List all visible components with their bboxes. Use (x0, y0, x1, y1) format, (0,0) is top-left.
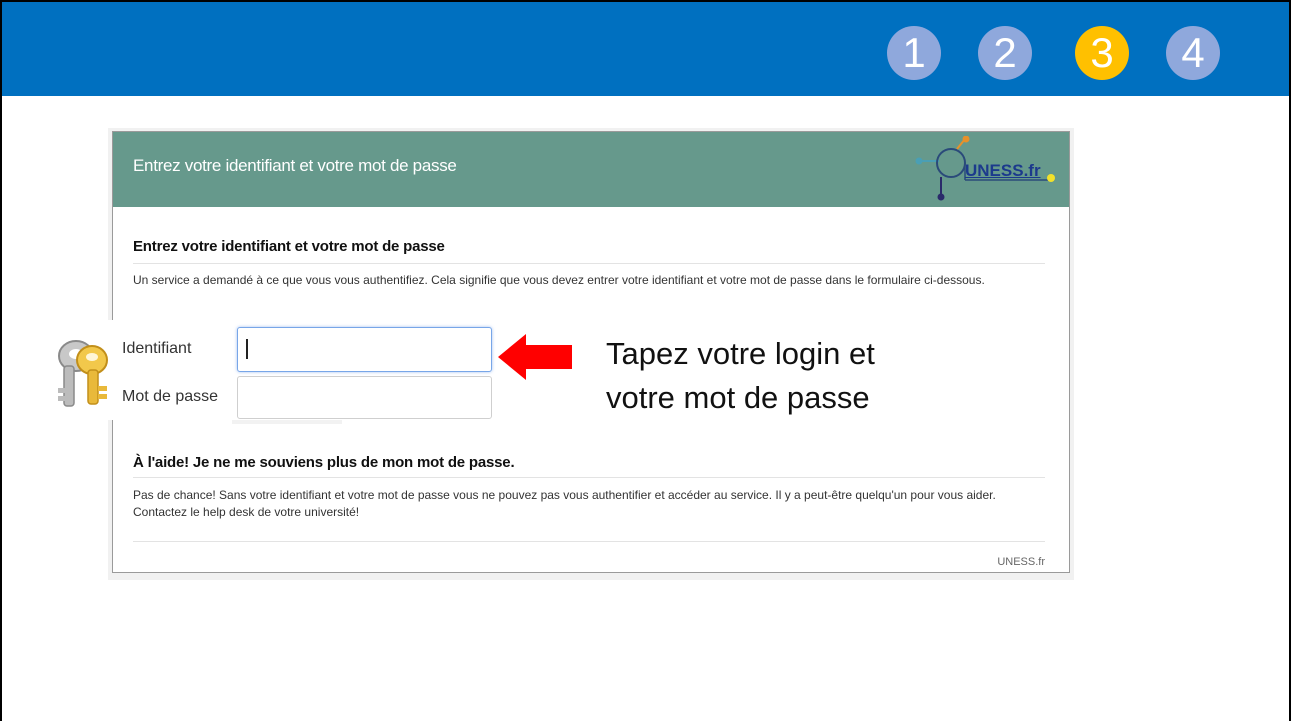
top-banner: 1 2 3 4 (2, 2, 1289, 96)
password-label: Mot de passe (122, 388, 219, 405)
form-overlay-edge (232, 420, 342, 424)
slide: 1 2 3 4 Entrez votre identifiant et votr… (0, 0, 1291, 721)
uness-logo-text: UNESS.fr (965, 161, 1041, 180)
left-arrow-icon (498, 334, 574, 380)
help-text: Pas de chance! Sans votre identifiant et… (133, 488, 996, 519)
callout-line-1: Tapez votre login et (606, 336, 875, 371)
divider (133, 477, 1045, 478)
text-caret (246, 339, 248, 359)
username-input[interactable] (237, 327, 492, 372)
step-2-badge: 2 (978, 26, 1032, 80)
login-instructions: Un service a demandé à ce que vous vous … (133, 273, 985, 287)
section-title-help: À l'aide! Je ne me souviens plus de mon … (133, 454, 515, 471)
step-3-badge: 3 (1075, 26, 1129, 80)
password-input[interactable] (237, 376, 492, 419)
uness-logo: UNESS.fr (913, 135, 1063, 204)
divider (133, 263, 1045, 264)
divider (133, 541, 1045, 542)
left-arrow-graphic (498, 334, 572, 380)
keys-icon-graphic (58, 340, 108, 407)
callout-line-2: votre mot de passe (606, 380, 870, 415)
section-title-login: Entrez votre identifiant et votre mot de… (133, 238, 445, 255)
login-header: Entrez votre identifiant et votre mot de… (113, 132, 1069, 207)
keys-icon (54, 332, 114, 412)
login-header-title: Entrez votre identifiant et votre mot de… (133, 156, 457, 175)
step-1-badge: 1 (887, 26, 941, 80)
step-4-badge: 4 (1166, 26, 1220, 80)
instruction-callout: Tapez votre login et votre mot de passe (606, 332, 966, 420)
username-label: Identifiant (122, 340, 192, 357)
footer-brand: UNESS.fr (997, 556, 1045, 568)
